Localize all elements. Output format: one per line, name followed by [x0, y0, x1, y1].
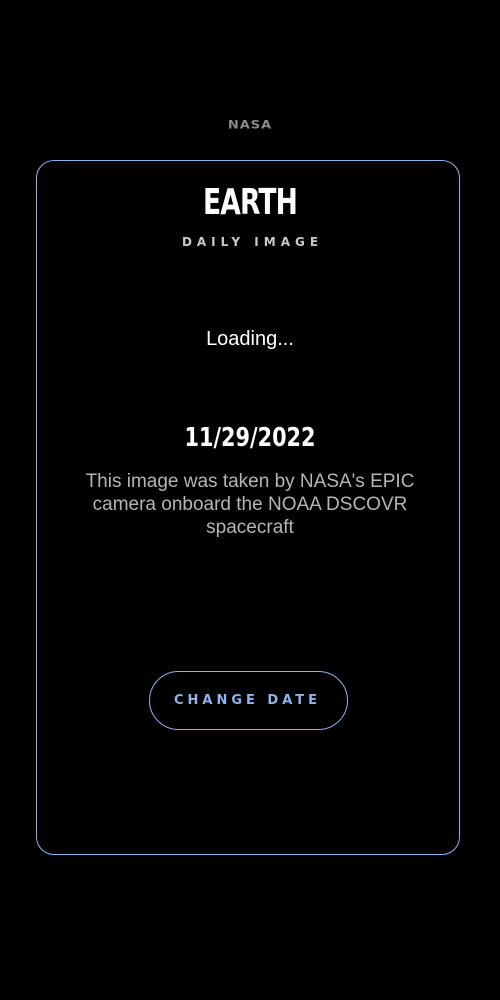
loading-indicator: Loading... [206, 328, 294, 350]
card-subtitle: DAILY IMAGE [181, 235, 324, 249]
nasa-logo: NASA [227, 118, 273, 133]
card-title: EARTH [202, 182, 298, 223]
image-date: 11/29/2022 [184, 423, 316, 453]
image-description: This image was taken by NASA's EPIC came… [85, 471, 415, 538]
change-date-button[interactable]: CHANGE DATE [149, 671, 348, 730]
